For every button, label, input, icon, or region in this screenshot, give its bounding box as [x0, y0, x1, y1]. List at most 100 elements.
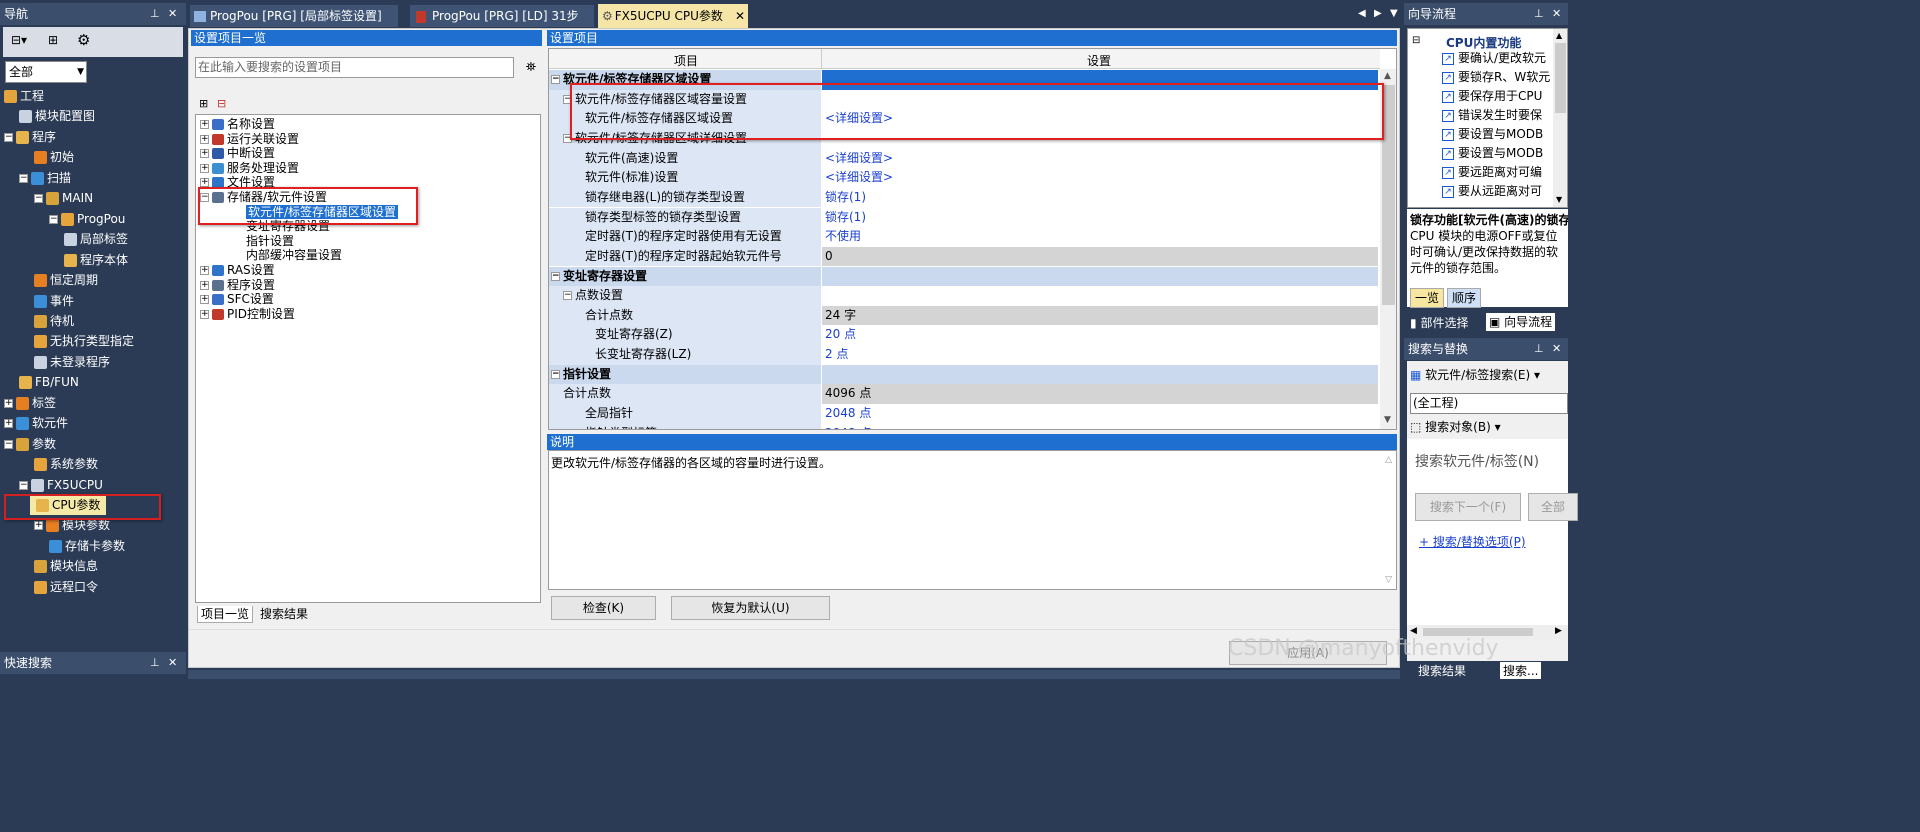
guide-item[interactable]: ↗ 要远距离对可编: [1442, 165, 1542, 180]
collapse-icon[interactable]: −: [551, 369, 560, 379]
collapse-icon[interactable]: ⊟: [1412, 35, 1420, 46]
scroll-down-icon[interactable]: ▼: [1556, 195, 1562, 204]
guide-item[interactable]: ↗ 要设置与MODB: [1442, 146, 1543, 161]
expand-icon[interactable]: +: [200, 120, 209, 129]
settings-tree-item[interactable]: + SFC设置: [200, 292, 274, 307]
col-divider[interactable]: [821, 49, 822, 69]
tab-local-label[interactable]: ProgPou [PRG] [局部标签设置]: [190, 5, 398, 27]
nav-filter-select[interactable]: 全部 ▼: [5, 61, 87, 83]
setting-row-value[interactable]: [822, 266, 1378, 287]
search-scope-select[interactable]: (全工程): [1410, 393, 1568, 414]
pin-icon[interactable]: ⊥: [150, 652, 160, 674]
scroll-thumb[interactable]: [1555, 43, 1566, 113]
tab-search-results[interactable]: 搜索结果: [1418, 662, 1466, 679]
layout-icon[interactable]: ⊞: [48, 33, 58, 47]
setting-row[interactable]: 长变址寄存器(LZ) 2 点: [549, 345, 1378, 365]
collapse-icon[interactable]: −: [19, 173, 28, 183]
nav-item[interactable]: 初始: [34, 147, 74, 167]
scroll-left-icon[interactable]: ◀: [1410, 626, 1417, 636]
collapse-icon[interactable]: −: [34, 194, 43, 204]
expand-icon[interactable]: +: [4, 398, 13, 408]
settings-search-input[interactable]: 在此输入要搜索的设置项目: [195, 57, 514, 78]
setting-row-value[interactable]: 2048 点: [822, 423, 1378, 429]
close-icon[interactable]: ✕: [1552, 338, 1561, 360]
guide-item[interactable]: ↗ 要保存用于CPU: [1442, 89, 1542, 104]
setting-row-value[interactable]: 20 点: [822, 325, 1378, 346]
tab-item-list[interactable]: 项目一览: [197, 606, 254, 623]
tab-scroll-right-icon[interactable]: ▶: [1374, 8, 1382, 19]
expand-icon[interactable]: +: [200, 134, 209, 144]
guide-item[interactable]: ↗ 要设置与MODB: [1442, 127, 1543, 142]
setting-row-value[interactable]: 2048 点: [822, 404, 1378, 424]
collapse-all-icon[interactable]: ⊟: [217, 97, 226, 110]
nav-item[interactable]: 未登录程序: [34, 352, 110, 372]
expand-icon[interactable]: +: [200, 149, 209, 159]
close-icon[interactable]: ✕: [735, 4, 745, 28]
nav-item[interactable]: 模块配置图: [19, 106, 95, 126]
setting-row-value[interactable]: [822, 364, 1378, 385]
nav-item[interactable]: 模块信息: [34, 556, 98, 576]
guide-scrollbar[interactable]: ▲ ▼: [1553, 29, 1567, 207]
nav-item[interactable]: 事件: [34, 291, 74, 311]
expand-all-icon[interactable]: ⊞: [199, 97, 208, 110]
expand-icon[interactable]: +: [200, 309, 209, 319]
tab-ladder[interactable]: ProgPou [PRG] [LD] 31步: [410, 5, 594, 27]
collapse-icon[interactable]: −: [4, 132, 13, 142]
tab-list[interactable]: 一览: [1410, 288, 1445, 308]
restore-default-button[interactable]: 恢复为默认(U): [671, 596, 830, 620]
setting-row[interactable]: 定时器(T)的程序定时器使用有无设置 不使用: [549, 227, 1378, 247]
pin-icon[interactable]: ⊥: [150, 3, 160, 25]
guide-item[interactable]: ↗ 要从远距离对可: [1442, 184, 1542, 199]
scroll-up-icon[interactable]: △: [1385, 455, 1392, 465]
nav-item[interactable]: 系统参数: [34, 454, 98, 474]
tab-cpu-param[interactable]: ⚙ FX5UCPU CPU参数 ✕: [598, 4, 748, 28]
expand-icon[interactable]: +: [4, 419, 13, 429]
search-mode-dropdown[interactable]: ▦ 软元件/标签搜索(E) ▾: [1410, 366, 1540, 383]
nav-item[interactable]: 无执行类型指定: [34, 331, 134, 351]
close-icon[interactable]: ✕: [1552, 3, 1561, 25]
settings-tree-item[interactable]: + 运行关联设置: [200, 132, 299, 147]
close-icon[interactable]: ✕: [168, 652, 177, 674]
search-target-dropdown[interactable]: ⬚ 搜索对象(B) ▾: [1410, 418, 1501, 435]
setting-row[interactable]: 变址寄存器(Z) 20 点: [549, 325, 1378, 346]
nav-item[interactable]: 待机: [34, 311, 74, 331]
setting-row-value[interactable]: 不使用: [822, 227, 1378, 247]
setting-row-value[interactable]: <详细设置>: [822, 168, 1378, 188]
expand-icon[interactable]: +: [200, 266, 209, 275]
collapse-icon[interactable]: −: [563, 291, 572, 301]
nav-item[interactable]: 局部标签: [64, 229, 128, 249]
expand-icon[interactable]: +: [34, 521, 43, 531]
setting-row[interactable]: 锁存继电器(L)的锁存类型设置 锁存(1): [549, 187, 1378, 208]
settings-tree-item[interactable]: + 程序设置: [200, 278, 275, 293]
settings-tree-item[interactable]: + 服务处理设置: [200, 161, 299, 176]
search-options-link[interactable]: + 搜索/替换选项(P): [1419, 533, 1526, 550]
tab-search-results[interactable]: 搜索结果: [257, 606, 311, 622]
scroll-up-icon[interactable]: ▲: [1384, 71, 1391, 81]
collapse-icon[interactable]: −: [49, 214, 58, 224]
search-all-button[interactable]: 全部: [1528, 493, 1578, 521]
expand-icon[interactable]: +: [200, 295, 209, 305]
nav-item[interactable]: − FX5UCPU: [19, 475, 103, 495]
expand-icon[interactable]: +: [200, 280, 209, 290]
gear-icon[interactable]: ⚙: [77, 31, 90, 49]
setting-row-value[interactable]: 锁存(1): [822, 207, 1378, 228]
settings-tree-item[interactable]: + 中断设置: [200, 146, 275, 161]
collapse-icon[interactable]: −: [551, 271, 560, 281]
nav-item[interactable]: FB/FUN: [19, 372, 79, 392]
setting-row-value[interactable]: <详细设置>: [822, 148, 1378, 169]
collapse-icon[interactable]: −: [4, 439, 13, 449]
nav-item[interactable]: − ProgPou: [49, 209, 125, 229]
nav-item[interactable]: + 标签: [4, 393, 56, 413]
setting-row-value[interactable]: 锁存(1): [822, 187, 1378, 208]
settings-tree-item[interactable]: 指针设置: [246, 234, 294, 249]
setting-row[interactable]: 软元件(高速)设置 <详细设置>: [549, 148, 1378, 169]
col-item-header[interactable]: 项目: [674, 52, 698, 69]
check-button[interactable]: 检查(K): [551, 596, 656, 620]
setting-row-value[interactable]: [822, 286, 1378, 306]
scroll-down-icon[interactable]: ▽: [1385, 575, 1392, 585]
setting-row[interactable]: 合计点数 4096 点: [549, 384, 1378, 404]
nav-item[interactable]: 工程: [4, 86, 44, 106]
scroll-thumb[interactable]: [1423, 628, 1533, 636]
tab-order[interactable]: 顺序: [1447, 288, 1482, 308]
expand-icon[interactable]: +: [200, 163, 209, 173]
